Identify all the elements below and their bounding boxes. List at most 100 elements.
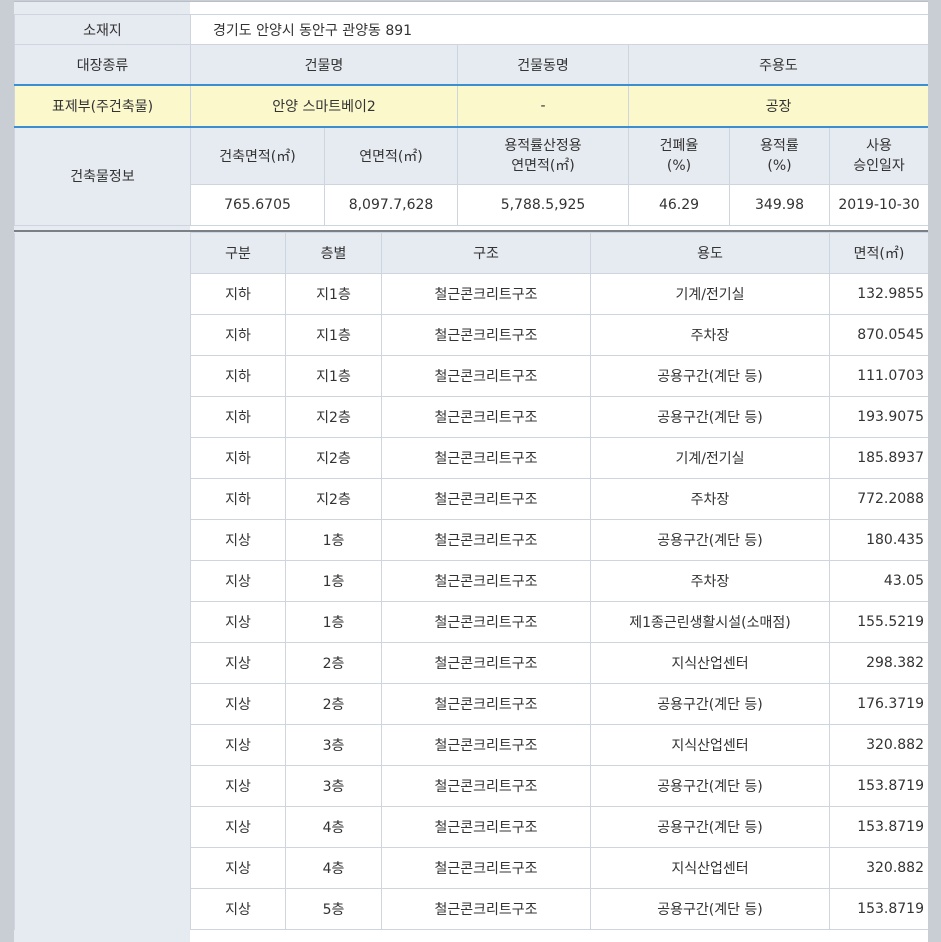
building-summary-table: 소재지 경기도 안양시 동안구 관양동 891 대장종류 건물명 건물동명 주용… [14,14,928,226]
floor-table-side-cell [14,355,191,397]
floor-area-cell: 176.3719 [829,683,928,725]
floor-table-side-cell [14,642,191,684]
floor-level-cell: 지2층 [285,396,382,438]
floor-level-cell: 1층 [285,601,382,643]
floor-table-side-cell [14,560,191,602]
floor-table-side-cell [14,847,191,889]
floor-table-row[interactable]: 지하 지1층 철근콘크리트구조 주차장 870.0545 [14,314,928,356]
building-area-value: 765.6705 [190,184,325,226]
coverage-header-line2: (%) [666,157,692,174]
floor-table-row[interactable]: 지상 3층 철근콘크리트구조 지식산업센터 320.882 [14,724,928,766]
floor-use-cell: 공용구간(계단 등) [590,683,830,725]
floor-area-cell: 870.0545 [829,314,928,356]
far-value: 349.98 [729,184,830,226]
floor-table-row[interactable]: 지상 5층 철근콘크리트구조 공용구간(계단 등) 153.8719 [14,888,928,930]
floor-structure-cell: 철근콘크리트구조 [381,314,591,356]
col-type-header: 구분 [190,232,286,274]
location-row: 소재지 경기도 안양시 동안구 관양동 891 [14,14,928,45]
floor-type-cell: 지상 [190,888,286,930]
floor-type-cell: 지상 [190,847,286,889]
floor-type-cell: 지상 [190,642,286,684]
coverage-header-line1: 건폐율 [659,137,699,154]
floor-table-row[interactable]: 지하 지1층 철근콘크리트구조 공용구간(계단 등) 111.0703 [14,355,928,397]
floor-level-cell: 3층 [285,724,382,766]
floor-structure-cell: 철근콘크리트구조 [381,519,591,561]
floor-area-cell: 320.882 [829,724,928,766]
floor-area-cell: 772.2088 [829,478,928,520]
floor-structure-cell: 철근콘크리트구조 [381,273,591,315]
floor-use-cell: 지식산업센터 [590,724,830,766]
floor-level-cell: 1층 [285,519,382,561]
col-area-header: 면적(㎡) [829,232,928,274]
floor-use-cell: 기계/전기실 [590,273,830,315]
floor-type-cell: 지상 [190,683,286,725]
floor-use-cell: 제1종근린생활시설(소매점) [590,601,830,643]
floor-structure-cell: 철근콘크리트구조 [381,560,591,602]
floor-table-side-cell [14,601,191,643]
frame-left-border [0,0,14,942]
floor-table-row[interactable]: 지상 1층 철근콘크리트구조 제1종근린생활시설(소매점) 155.5219 [14,601,928,643]
floor-area-cell: 111.0703 [829,355,928,397]
floor-table-row[interactable]: 지상 4층 철근콘크리트구조 공용구간(계단 등) 153.8719 [14,806,928,848]
floor-level-cell: 3층 [285,765,382,807]
floor-structure-cell: 철근콘크리트구조 [381,478,591,520]
floor-structure-cell: 철근콘크리트구조 [381,765,591,807]
floor-type-cell: 지하 [190,396,286,438]
floor-structure-cell: 철근콘크리트구조 [381,683,591,725]
floor-use-cell: 주차장 [590,560,830,602]
floor-table-side-cell [14,396,191,438]
floor-table-row[interactable]: 지상 4층 철근콘크리트구조 지식산업센터 320.882 [14,847,928,889]
approval-date-header-line1: 사용 [866,137,892,154]
floor-table-row[interactable]: 지하 지2층 철근콘크리트구조 주차장 772.2088 [14,478,928,520]
floor-table-row[interactable]: 지상 1층 철근콘크리트구조 주차장 43.05 [14,560,928,602]
floor-table-row[interactable]: 지하 지1층 철근콘크리트구조 기계/전기실 132.9855 [14,273,928,315]
floor-table-side-cell [14,683,191,725]
floor-use-cell: 주차장 [590,478,830,520]
floor-table-row[interactable]: 지상 1층 철근콘크리트구조 공용구간(계단 등) 180.435 [14,519,928,561]
floor-type-cell: 지하 [190,273,286,315]
approval-date-header: 사용 승인일자 [829,126,928,185]
floor-type-cell: 지하 [190,355,286,397]
approval-date-value: 2019-10-30 [829,184,928,226]
register-value-row[interactable]: 표제부(주건축물) 안양 스마트베이2 - 공장 [14,84,928,127]
floor-type-cell: 지상 [190,560,286,602]
floor-table-side-cell [14,437,191,479]
approval-date-header-line2: 승인일자 [853,157,905,174]
col-floor-header: 층별 [285,232,382,274]
floor-structure-cell: 철근콘크리트구조 [381,437,591,479]
floor-use-cell: 주차장 [590,314,830,356]
floor-structure-cell: 철근콘크리트구조 [381,888,591,930]
floor-table-row[interactable]: 지상 2층 철근콘크리트구조 지식산업센터 298.382 [14,642,928,684]
floor-use-cell: 공용구간(계단 등) [590,888,830,930]
floor-use-cell: 지식산업센터 [590,847,830,889]
far-header: 용적률 (%) [729,126,830,185]
floor-area-cell: 155.5219 [829,601,928,643]
floor-area-cell: 153.8719 [829,806,928,848]
floor-level-cell: 4층 [285,806,382,848]
floor-structure-cell: 철근콘크리트구조 [381,355,591,397]
floor-area-cell: 298.382 [829,642,928,684]
total-floor-area-value: 8,097.7,628 [324,184,458,226]
floor-table-side-cell [14,273,191,315]
floor-table-row[interactable]: 지하 지2층 철근콘크리트구조 기계/전기실 185.8937 [14,437,928,479]
floor-table-header-row: 구분 층별 구조 용도 면적(㎡) [14,232,928,274]
floor-table-row[interactable]: 지상 2층 철근콘크리트구조 공용구간(계단 등) 176.3719 [14,683,928,725]
highlight-top-line [0,84,941,86]
section-divider [0,230,941,232]
highlight-bottom-line [0,126,941,128]
building-area-header: 건축면적(㎡) [190,126,325,185]
building-info-label: 건축물정보 [14,126,191,226]
floor-table-row[interactable]: 지하 지2층 철근콘크리트구조 공용구간(계단 등) 193.9075 [14,396,928,438]
floor-structure-cell: 철근콘크리트구조 [381,806,591,848]
floor-use-cell: 지식산업센터 [590,642,830,684]
floor-level-cell: 5층 [285,888,382,930]
far-area-header: 용적률산정용 연면적(㎡) [457,126,629,185]
register-header-row: 대장종류 건물명 건물동명 주용도 [14,44,928,85]
floor-level-cell: 지1층 [285,355,382,397]
floor-area-cell: 193.9075 [829,396,928,438]
floor-table-row[interactable]: 지상 3층 철근콘크리트구조 공용구간(계단 등) 153.8719 [14,765,928,807]
floor-level-cell: 지1층 [285,314,382,356]
coverage-value: 46.29 [628,184,730,226]
floor-use-cell: 공용구간(계단 등) [590,806,830,848]
building-dong-label: 건물동명 [457,44,629,85]
